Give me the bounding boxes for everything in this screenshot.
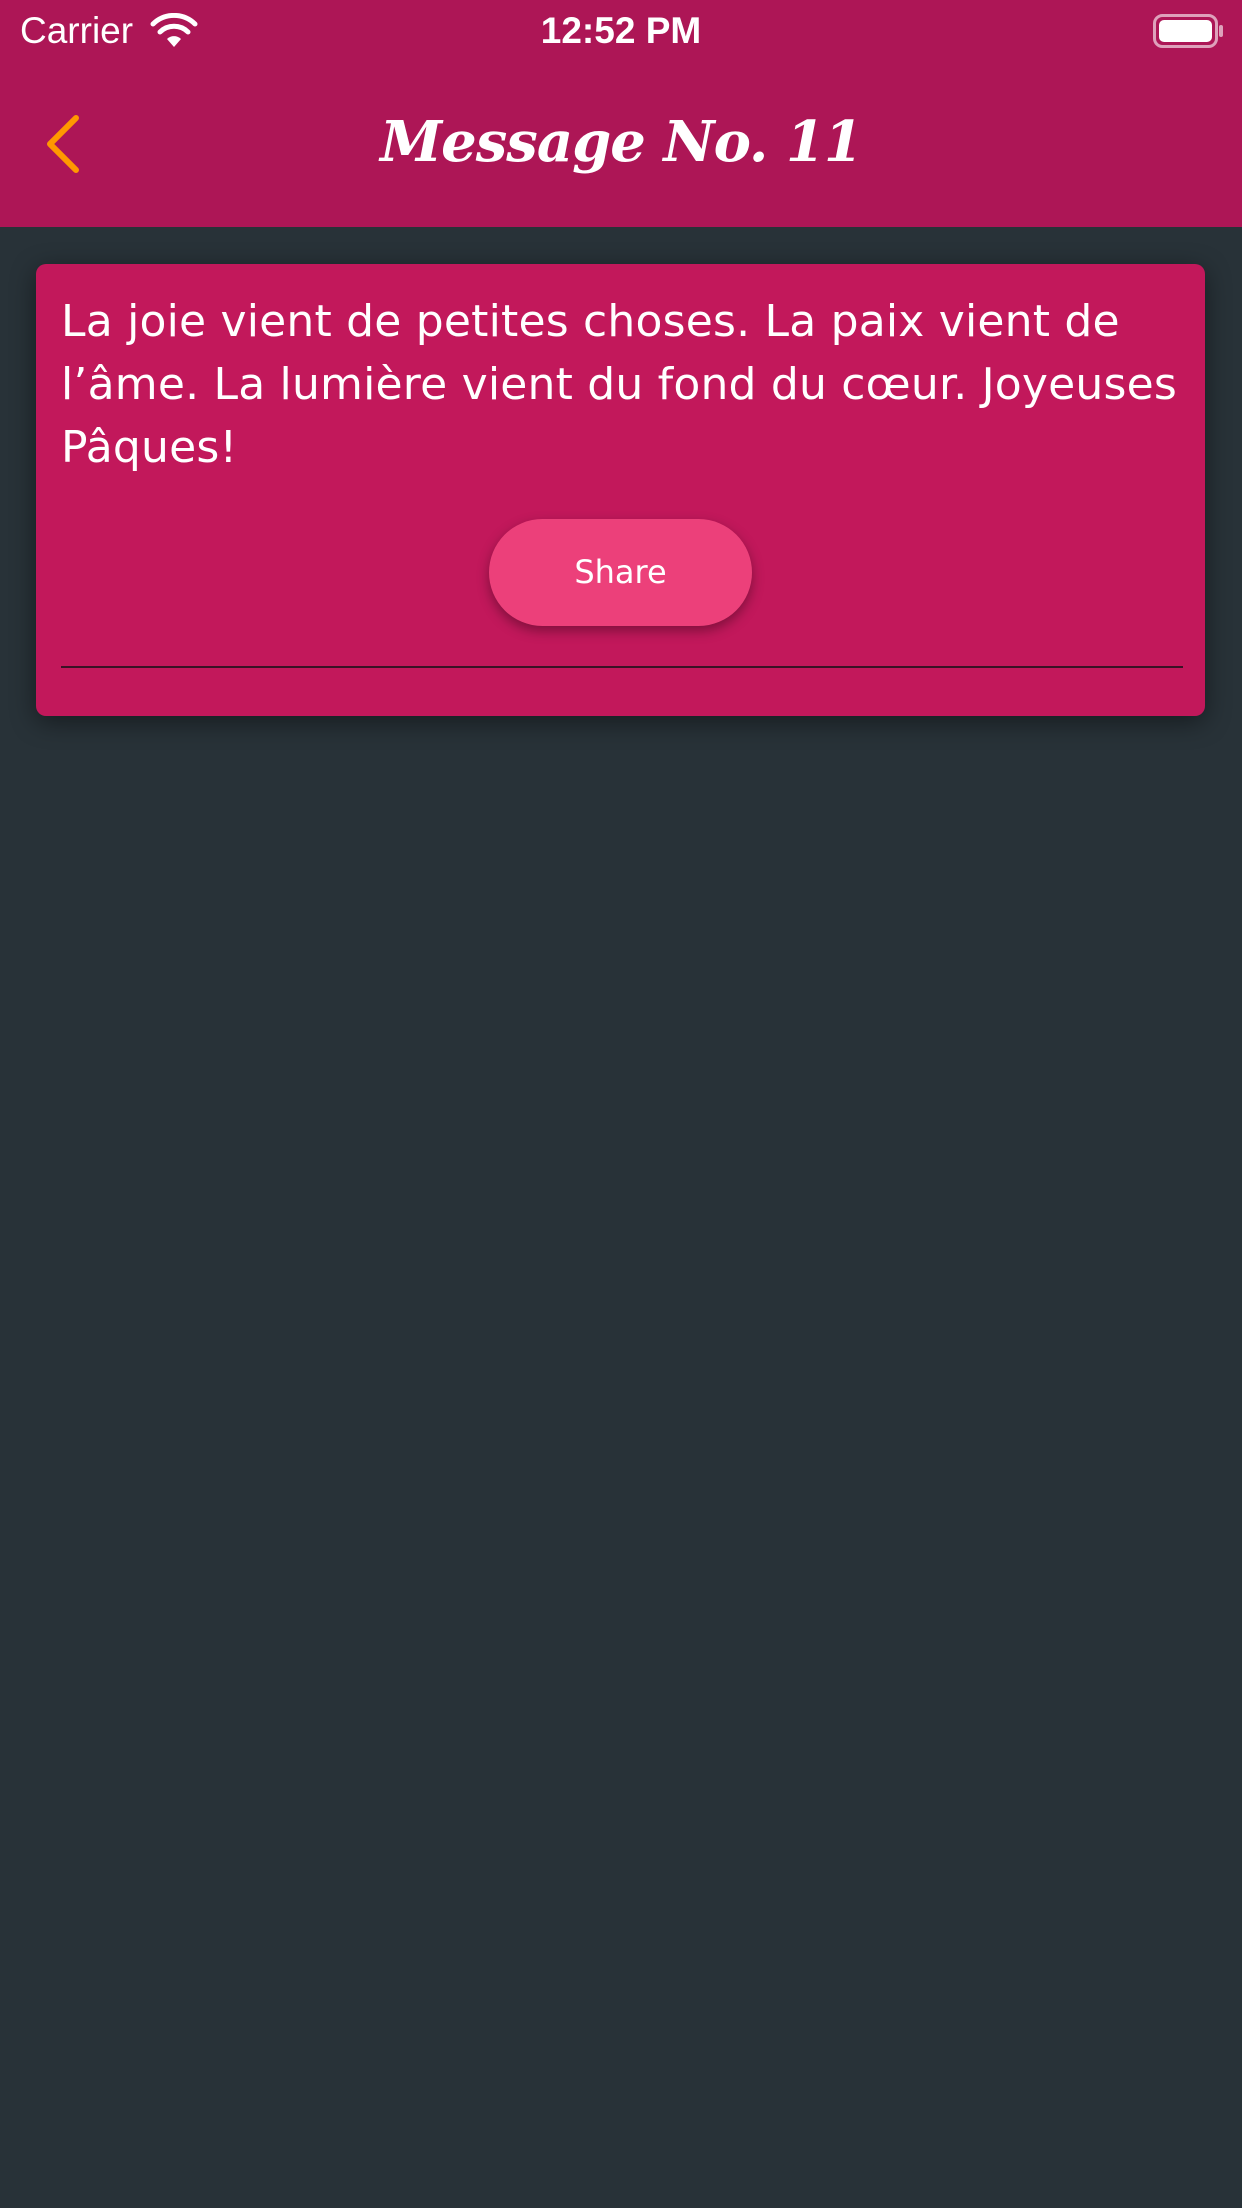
status-bar: Carrier 12:52 PM bbox=[0, 0, 1242, 62]
battery-icon bbox=[1153, 14, 1225, 48]
status-time: 12:52 PM bbox=[540, 10, 702, 51]
divider bbox=[61, 666, 1183, 668]
page-title: Message No. 11 bbox=[380, 109, 863, 175]
navigation-bar: Carrier 12:52 PM Message No. 11 bbox=[0, 0, 1242, 227]
message-card: La joie vient de petites choses. La paix… bbox=[36, 264, 1205, 716]
share-button[interactable]: Share bbox=[489, 519, 752, 626]
message-text: La joie vient de petites choses. La paix… bbox=[61, 296, 1177, 473]
